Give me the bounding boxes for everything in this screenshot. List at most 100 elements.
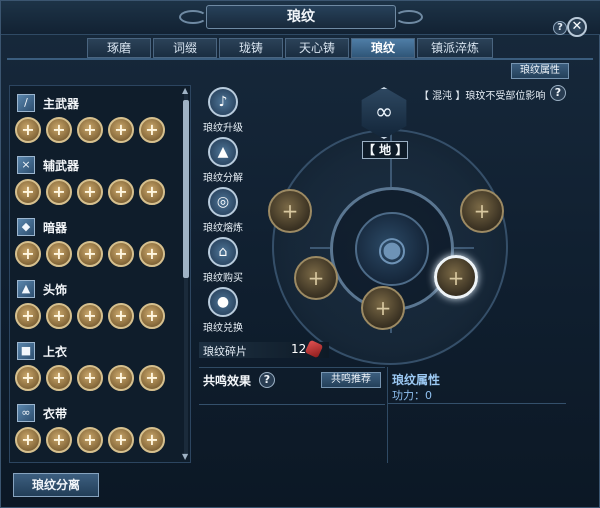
tab-tianxin[interactable]: 天心铸 <box>285 38 349 58</box>
close-button[interactable]: ✕ <box>567 17 587 37</box>
resonance-recommend-button[interactable]: 共鸣推荐 <box>321 372 381 388</box>
add-rune-button[interactable]: + <box>108 241 134 267</box>
action-label: 琅纹购买 <box>203 273 243 284</box>
help-button[interactable]: ? <box>259 372 275 388</box>
rune-dial-panel: ♪ 琅纹升级 ▲ 琅纹分解 ◎ 琅纹熔炼 ⌂ 琅纹购买 ● 琅纹兑换 ◉ + +… <box>193 85 579 365</box>
add-rune-button[interactable]: + <box>15 117 41 143</box>
add-rune-button[interactable]: + <box>77 117 103 143</box>
add-rune-button[interactable]: + <box>139 241 165 267</box>
sash-icon: ∞ <box>17 404 35 422</box>
tab-affix[interactable]: 词缀 <box>153 38 217 58</box>
rune-socket[interactable]: + <box>460 189 504 233</box>
power-value: 功力：0 <box>392 389 432 402</box>
add-rune-button[interactable]: + <box>108 179 134 205</box>
tab-bar: 琢磨 词缀 珑铸 天心铸 琅纹 镇派淬炼 <box>87 38 495 58</box>
divider <box>388 403 566 404</box>
add-rune-button[interactable]: + <box>46 241 72 267</box>
tab-sect-temper[interactable]: 镇派淬炼 <box>417 38 493 58</box>
scroll-down-arrow-icon[interactable]: ▼ <box>182 453 190 461</box>
title-ornament-right <box>395 10 423 24</box>
dial-spoke <box>390 131 392 187</box>
action-decompose[interactable]: ▲ 琅纹分解 <box>199 137 247 184</box>
slot-top: ■ 上衣 + + + + + <box>12 340 180 400</box>
slot-sash: ∞ 衣带 + + + + + <box>12 402 180 462</box>
fragment-bar: 琅纹碎片 12 <box>199 339 329 359</box>
action-label: 琅纹分解 <box>203 173 243 184</box>
action-buy[interactable]: ⌂ 琅纹购买 <box>199 237 247 284</box>
slot-name: 暗器 <box>43 220 68 235</box>
add-rune-button[interactable]: + <box>108 303 134 329</box>
help-button[interactable]: ? <box>553 21 567 35</box>
dial-spoke <box>310 247 330 249</box>
action-label: 琅纹兑换 <box>203 323 243 334</box>
add-rune-button[interactable]: + <box>77 427 103 453</box>
divider <box>199 404 385 405</box>
add-rune-button[interactable]: + <box>46 117 72 143</box>
chaos-note: 【 混沌 】琅玟不受部位影响 <box>419 91 546 102</box>
rune-socket[interactable]: + <box>361 286 405 330</box>
add-rune-button[interactable]: + <box>139 365 165 391</box>
grade-label: 【 地 】 <box>362 141 408 159</box>
add-rune-button[interactable]: + <box>108 117 134 143</box>
rune-attributes-button[interactable]: 琅纹属性 <box>511 63 569 79</box>
slot-off-weapon: × 辅武器 + + + + + <box>12 154 180 214</box>
add-rune-button[interactable]: + <box>77 365 103 391</box>
add-rune-button[interactable]: + <box>15 427 41 453</box>
action-exchange[interactable]: ● 琅纹兑换 <box>199 287 247 334</box>
add-rune-button[interactable]: + <box>108 427 134 453</box>
add-rune-button[interactable]: + <box>77 179 103 205</box>
add-rune-button[interactable]: + <box>46 427 72 453</box>
rune-dial: ◉ <box>272 129 508 365</box>
exchange-icon: ● <box>208 287 238 317</box>
add-rune-button[interactable]: + <box>139 303 165 329</box>
action-label: 琅纹熔炼 <box>203 223 243 234</box>
add-rune-button[interactable]: + <box>15 179 41 205</box>
slot-name: 上衣 <box>43 344 68 359</box>
fragment-count: 12 <box>291 342 307 356</box>
add-rune-button[interactable]: + <box>139 179 165 205</box>
rune-socket[interactable]: + <box>294 256 338 300</box>
slot-hidden-weapon: ◆ 暗器 + + + + + <box>12 216 180 276</box>
slot-name: 衣带 <box>43 406 68 421</box>
add-rune-button[interactable]: + <box>77 303 103 329</box>
help-button[interactable]: ? <box>550 85 566 101</box>
fragment-icon <box>304 339 324 359</box>
rune-socket-selected[interactable]: + <box>434 255 478 299</box>
tab-divider <box>7 58 593 60</box>
tab-polish[interactable]: 琢磨 <box>87 38 151 58</box>
tab-longzhu[interactable]: 珑铸 <box>219 38 283 58</box>
robe-icon: ■ <box>17 342 35 360</box>
add-rune-button[interactable]: + <box>15 365 41 391</box>
dagger-icon: ◆ <box>17 218 35 236</box>
slot-name: 主武器 <box>43 96 80 111</box>
add-rune-button[interactable]: + <box>139 117 165 143</box>
chaos-rune-icon: ∞ <box>374 100 394 125</box>
add-rune-button[interactable]: + <box>15 241 41 267</box>
equipment-slot-list: / 主武器 + + + + + × 辅武器 + + + + + ◆ 暗器 + +… <box>9 85 191 463</box>
attributes-title: 琅纹属性 <box>392 373 441 387</box>
window-title: 琅纹 <box>206 5 396 29</box>
add-rune-button[interactable]: + <box>15 303 41 329</box>
add-rune-button[interactable]: + <box>46 303 72 329</box>
scrollbar-thumb[interactable] <box>183 100 189 278</box>
action-upgrade[interactable]: ♪ 琅纹升级 <box>199 87 247 134</box>
rune-socket[interactable]: + <box>268 189 312 233</box>
title-bar: 琅纹 ? ✕ <box>1 1 600 37</box>
slot-name: 头饰 <box>43 282 68 297</box>
tab-rune[interactable]: 琅纹 <box>351 38 415 58</box>
add-rune-button[interactable]: + <box>108 365 134 391</box>
slot-headwear: ▲ 头饰 + + + + + <box>12 278 180 338</box>
slot-main-weapon: / 主武器 + + + + + <box>12 92 180 152</box>
add-rune-button[interactable]: + <box>139 427 165 453</box>
add-rune-button[interactable]: + <box>77 241 103 267</box>
add-rune-button[interactable]: + <box>46 179 72 205</box>
action-smelt[interactable]: ◎ 琅纹熔炼 <box>199 187 247 234</box>
rune-split-button[interactable]: 琅纹分离 <box>13 473 99 497</box>
resonance-title: 共鸣效果 <box>203 374 252 388</box>
title-ornament-left <box>179 10 207 24</box>
action-label: 琅纹升级 <box>203 123 243 134</box>
shop-icon: ⌂ <box>208 237 238 267</box>
fragment-label: 琅纹碎片 <box>203 345 247 358</box>
add-rune-button[interactable]: + <box>46 365 72 391</box>
scroll-up-arrow-icon[interactable]: ▲ <box>182 87 190 95</box>
